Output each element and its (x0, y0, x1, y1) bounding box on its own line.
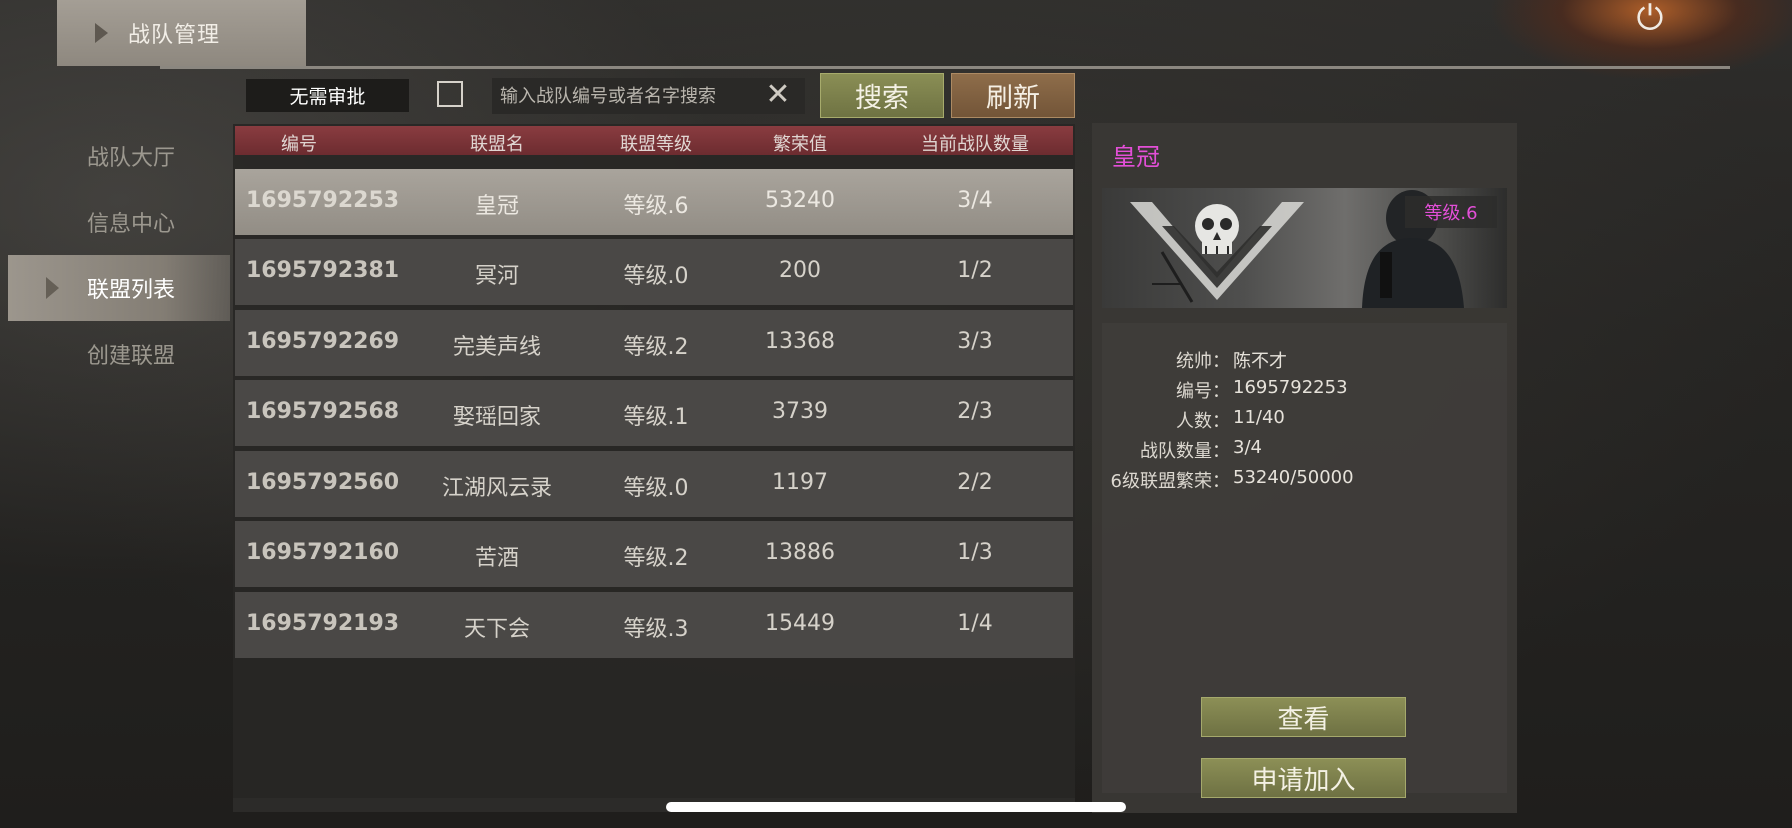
row-team-count: 2/3 (957, 399, 993, 424)
search-input[interactable] (492, 78, 762, 114)
row-prosperity: 3739 (772, 399, 828, 424)
row-prosperity: 15449 (765, 611, 835, 636)
info-key: 编号： (1176, 381, 1230, 402)
level-badge: 等级.6 (1405, 196, 1497, 228)
row-id: 1695792160 (246, 540, 400, 565)
row-level: 等级.2 (623, 546, 689, 571)
row-level: 等级.0 (623, 264, 689, 289)
header-divider (160, 66, 1730, 69)
row-level: 等级.1 (623, 405, 689, 430)
table-row[interactable]: 1695792568 娶瑶回家 等级.1 3739 2/3 (235, 380, 1073, 446)
info-value: 陈不才 (1233, 351, 1287, 372)
row-level: 等级.3 (623, 617, 689, 642)
row-team-count: 1/2 (957, 258, 993, 283)
alliance-table: 编号 联盟名 联盟等级 繁荣值 当前战队数量 1695792253 皇冠 等级.… (233, 124, 1075, 812)
row-name: 完美声线 (452, 335, 541, 360)
row-id: 1695792568 (246, 399, 400, 424)
sidebar-item-alliance-list[interactable]: 联盟列表 (8, 255, 230, 321)
row-name: 娶瑶回家 (452, 405, 541, 430)
apply-join-button[interactable]: 申请加入 (1201, 758, 1406, 798)
sidebar-item-label: 联盟列表 (87, 278, 176, 303)
info-key: 6级联盟繁荣： (1110, 471, 1230, 492)
column-header-id: 编号 (281, 134, 317, 155)
table-header: 编号 联盟名 联盟等级 繁荣值 当前战队数量 (235, 126, 1073, 155)
row-name: 皇冠 (474, 194, 519, 219)
table-row[interactable]: 1695792560 江湖风云录 等级.0 1197 2/2 (235, 451, 1073, 517)
refresh-button[interactable]: 刷新 (951, 73, 1075, 118)
search-button[interactable]: 搜索 (820, 73, 944, 118)
play-triangle-icon (46, 277, 59, 299)
info-row-members: 人数： 11/40 (1102, 407, 1507, 437)
row-level: 等级.0 (623, 476, 689, 501)
search-box: ✕ (492, 78, 805, 114)
info-key: 战队数量： (1140, 441, 1230, 462)
info-value: 53240/50000 (1233, 467, 1354, 488)
row-prosperity: 53240 (765, 188, 835, 213)
tab-team-management[interactable]: 战队管理 (57, 0, 306, 66)
column-header-level: 联盟等级 (620, 134, 692, 155)
row-id: 1695792560 (246, 470, 400, 495)
info-value: 11/40 (1233, 407, 1285, 428)
row-name: 冥河 (474, 264, 519, 289)
row-prosperity: 13886 (765, 540, 835, 565)
column-header-team-count: 当前战队数量 (921, 134, 1029, 155)
table-row[interactable]: 1695792193 天下会 等级.3 15449 1/4 (235, 592, 1073, 658)
row-level: 等级.2 (623, 335, 689, 360)
row-team-count: 1/3 (957, 540, 993, 565)
row-team-count: 3/4 (957, 188, 993, 213)
skull-emblem-icon (1130, 202, 1304, 303)
no-approval-label: 无需审批 (246, 79, 409, 112)
view-button[interactable]: 查看 (1201, 697, 1406, 737)
row-id: 1695792253 (246, 188, 400, 213)
row-prosperity: 1197 (772, 470, 828, 495)
info-key: 人数： (1176, 411, 1230, 432)
row-id: 1695792269 (246, 329, 400, 354)
info-row-team-count: 战队数量： 3/4 (1102, 437, 1507, 467)
sidebar-item-create-alliance[interactable]: 创建联盟 (8, 321, 230, 387)
info-key: 统帅： (1176, 351, 1230, 372)
table-row[interactable]: 1695792160 苦酒 等级.2 13886 1/3 (235, 521, 1073, 587)
column-header-prosperity: 繁荣值 (773, 134, 827, 155)
row-id: 1695792193 (246, 611, 400, 636)
row-id: 1695792381 (246, 258, 400, 283)
row-prosperity: 200 (779, 258, 821, 283)
table-row[interactable]: 1695792381 冥河 等级.0 200 1/2 (235, 239, 1073, 305)
row-name: 天下会 (463, 617, 530, 642)
info-row-commander: 统帅： 陈不才 (1102, 347, 1507, 377)
row-team-count: 2/2 (957, 470, 993, 495)
info-row-id: 编号： 1695792253 (1102, 377, 1507, 407)
power-icon[interactable]: ⏻ (1630, 0, 1670, 40)
column-header-name: 联盟名 (470, 134, 524, 155)
alliance-detail-panel: 皇冠 等级.6 统帅： 陈不才 编号： 1695792253 人数： 11/40… (1092, 123, 1517, 813)
detail-title: 皇冠 (1112, 143, 1160, 171)
sidebar-item-info-center[interactable]: 信息中心 (8, 189, 230, 255)
info-row-prosperity: 6级联盟繁荣： 53240/50000 (1102, 467, 1507, 497)
table-row[interactable]: 1695792269 完美声线 等级.2 13368 3/3 (235, 310, 1073, 376)
row-team-count: 3/3 (957, 329, 993, 354)
sidebar-item-label: 战队大厅 (87, 146, 176, 171)
info-value: 1695792253 (1233, 377, 1348, 398)
home-indicator[interactable] (666, 802, 1126, 812)
row-team-count: 1/4 (957, 611, 993, 636)
close-icon[interactable]: ✕ (763, 80, 793, 111)
row-name: 苦酒 (474, 546, 519, 571)
no-approval-checkbox[interactable] (437, 81, 463, 107)
sidebar-item-team-hall[interactable]: 战队大厅 (8, 123, 230, 189)
row-name: 江湖风云录 (441, 476, 552, 501)
alliance-banner: 等级.6 (1102, 188, 1507, 308)
tab-label: 战队管理 (128, 23, 221, 48)
sidebar-item-label: 信息中心 (87, 212, 176, 237)
table-row[interactable]: 1695792253 皇冠 等级.6 53240 3/4 (235, 169, 1073, 235)
row-prosperity: 13368 (765, 329, 835, 354)
row-level: 等级.6 (623, 194, 689, 219)
sidebar-item-label: 创建联盟 (87, 344, 176, 369)
info-value: 3/4 (1233, 437, 1262, 458)
play-triangle-icon (95, 23, 108, 43)
